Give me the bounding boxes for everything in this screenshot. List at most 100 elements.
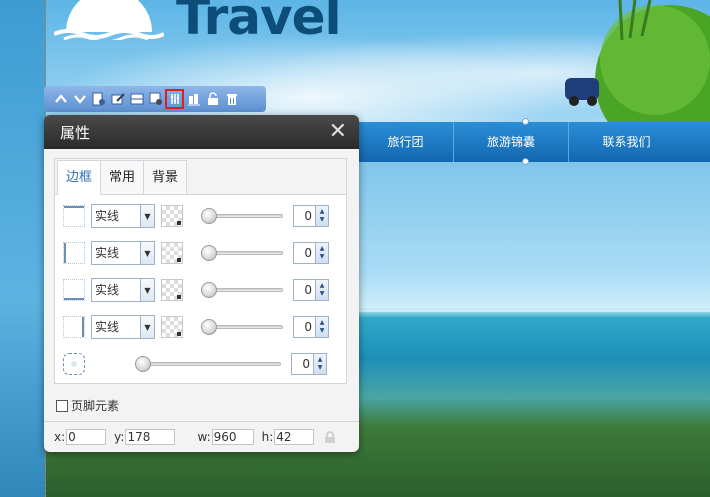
border-row-right: 实线 ▼ 0 ▲ ▼ xyxy=(63,314,341,340)
module-settings-button[interactable] xyxy=(147,90,164,108)
border-top-style-value: 实线 xyxy=(95,209,120,223)
chevron-down-icon[interactable]: ▼ xyxy=(140,279,154,301)
h-input[interactable]: 42 xyxy=(274,429,315,445)
selection-handle-bottom[interactable] xyxy=(522,158,529,165)
footer-element-label: 页脚元素 xyxy=(71,399,120,413)
border-top-style-select[interactable]: 实线 ▼ xyxy=(91,204,155,228)
spin-arrows-icon[interactable]: ▲ ▼ xyxy=(315,206,328,226)
dialog-title: 属性 xyxy=(60,123,91,142)
border-radius-value[interactable]: 0 xyxy=(292,354,313,374)
slider-knob[interactable] xyxy=(135,356,151,372)
border-top-color-picker[interactable] xyxy=(161,205,183,227)
x-label: x: xyxy=(54,430,66,444)
tab-strip: 边框 常用 背景 xyxy=(55,159,346,195)
nav-item-tour-groups[interactable]: 旅行团 xyxy=(358,122,454,162)
tab-common[interactable]: 常用 xyxy=(100,160,145,194)
spin-arrows-icon[interactable]: ▲ ▼ xyxy=(315,243,328,263)
w-input[interactable]: 960 xyxy=(211,429,254,445)
align-button[interactable] xyxy=(185,90,202,108)
tab-background[interactable]: 背景 xyxy=(143,160,188,194)
border-left-style-select[interactable]: 实线 ▼ xyxy=(91,241,155,265)
properties-icon xyxy=(170,94,179,104)
border-radius-stepper[interactable]: 0 ▲ ▼ xyxy=(291,353,327,375)
position-size-bar: x: 0 y: 178 w: 960 h: 42 xyxy=(44,421,359,452)
border-radius-icon xyxy=(63,353,85,375)
border-right-style-select[interactable]: 实线 ▼ xyxy=(91,315,155,339)
slider-knob[interactable] xyxy=(201,319,217,335)
dialog-header[interactable]: 属性 ✕ xyxy=(44,115,359,149)
delete-icon xyxy=(226,94,237,105)
chevron-down-icon[interactable]: ▼ xyxy=(140,205,154,227)
green-globe-decoration-icon xyxy=(565,0,710,122)
lock-icon[interactable] xyxy=(324,430,336,444)
selection-handle-top[interactable] xyxy=(522,118,529,125)
border-top-width-value[interactable]: 0 xyxy=(294,206,315,226)
unlock-button[interactable] xyxy=(204,90,221,108)
border-right-width-value[interactable]: 0 xyxy=(294,317,315,337)
y-input[interactable]: 178 xyxy=(125,429,176,445)
x-coord: x: 0 xyxy=(54,429,107,445)
border-top-width-slider[interactable] xyxy=(201,208,283,224)
border-left-width-stepper[interactable]: 0 ▲ ▼ xyxy=(293,242,329,264)
spin-arrows-icon[interactable]: ▲ ▼ xyxy=(315,317,328,337)
border-bottom-width-slider[interactable] xyxy=(201,282,283,298)
border-right-width-stepper[interactable]: 0 ▲ ▼ xyxy=(293,316,329,338)
brand-title: Travel xyxy=(176,0,342,46)
properties-button[interactable] xyxy=(165,89,184,109)
element-toolbar xyxy=(44,86,266,112)
site-nav-bar: 旅行团 旅游锦囊 联系我们 xyxy=(358,122,710,162)
chevron-down-icon[interactable]: ▼ xyxy=(140,242,154,264)
slider-knob[interactable] xyxy=(201,282,217,298)
slider-knob[interactable] xyxy=(201,208,217,224)
page-settings-button[interactable] xyxy=(90,90,107,108)
w-label: w: xyxy=(197,430,211,444)
border-left-width-slider[interactable] xyxy=(201,245,283,261)
border-left-style-value: 实线 xyxy=(95,246,120,260)
edit-icon xyxy=(111,93,125,105)
nav-item-travel-tips[interactable]: 旅游锦囊 xyxy=(454,122,569,162)
border-top-icon xyxy=(63,205,85,227)
move-up-icon xyxy=(54,94,67,103)
align-icon xyxy=(187,94,200,106)
properties-dialog: 属性 ✕ 边框 常用 背景 实线 ▼ 0 ▲ ▼ 实线 ▼ 0 ▲ ▼ 实线 ▼… xyxy=(44,115,359,452)
border-bottom-style-select[interactable]: 实线 ▼ xyxy=(91,278,155,302)
footer-element-checkbox[interactable]: 页脚元素 xyxy=(56,397,119,414)
slider-knob[interactable] xyxy=(201,245,217,261)
border-right-width-slider[interactable] xyxy=(201,319,283,335)
border-bottom-width-value[interactable]: 0 xyxy=(294,280,315,300)
layout-icon xyxy=(130,93,143,105)
border-left-icon xyxy=(63,242,85,264)
h-coord: h: 42 xyxy=(262,429,315,445)
delete-button[interactable] xyxy=(223,90,240,108)
border-top-width-stepper[interactable]: 0 ▲ ▼ xyxy=(293,205,329,227)
checkbox-box[interactable] xyxy=(56,399,68,412)
border-row-bottom: 实线 ▼ 0 ▲ ▼ xyxy=(63,277,341,303)
border-bottom-icon xyxy=(63,279,85,301)
border-right-icon xyxy=(63,316,85,338)
edit-button[interactable] xyxy=(109,90,126,108)
border-radius-slider[interactable] xyxy=(135,356,281,372)
sun-wave-logo-icon xyxy=(54,0,164,40)
y-coord: y: 178 xyxy=(114,429,176,445)
layout-button[interactable] xyxy=(128,90,145,108)
spin-arrows-icon[interactable]: ▲ ▼ xyxy=(313,354,326,374)
h-label: h: xyxy=(261,430,274,444)
nav-item-contact-us[interactable]: 联系我们 xyxy=(569,122,684,162)
border-row-left: 实线 ▼ 0 ▲ ▼ xyxy=(63,240,341,266)
tab-panel: 边框 常用 背景 实线 ▼ 0 ▲ ▼ 实线 ▼ 0 ▲ ▼ 实线 ▼ 0 ▲ … xyxy=(54,158,347,384)
x-input[interactable]: 0 xyxy=(66,429,107,445)
w-coord: w: 960 xyxy=(197,429,254,445)
border-bottom-color-picker[interactable] xyxy=(161,279,183,301)
chevron-down-icon[interactable]: ▼ xyxy=(140,316,154,338)
border-right-color-picker[interactable] xyxy=(161,316,183,338)
border-bottom-style-value: 实线 xyxy=(95,283,120,297)
move-down-button[interactable] xyxy=(71,90,88,108)
border-left-width-value[interactable]: 0 xyxy=(294,243,315,263)
module-settings-icon xyxy=(149,92,162,105)
border-left-color-picker[interactable] xyxy=(161,242,183,264)
move-up-button[interactable] xyxy=(52,90,69,108)
close-icon[interactable]: ✕ xyxy=(329,121,347,143)
tab-border[interactable]: 边框 xyxy=(57,160,102,195)
spin-arrows-icon[interactable]: ▲ ▼ xyxy=(315,280,328,300)
border-bottom-width-stepper[interactable]: 0 ▲ ▼ xyxy=(293,279,329,301)
